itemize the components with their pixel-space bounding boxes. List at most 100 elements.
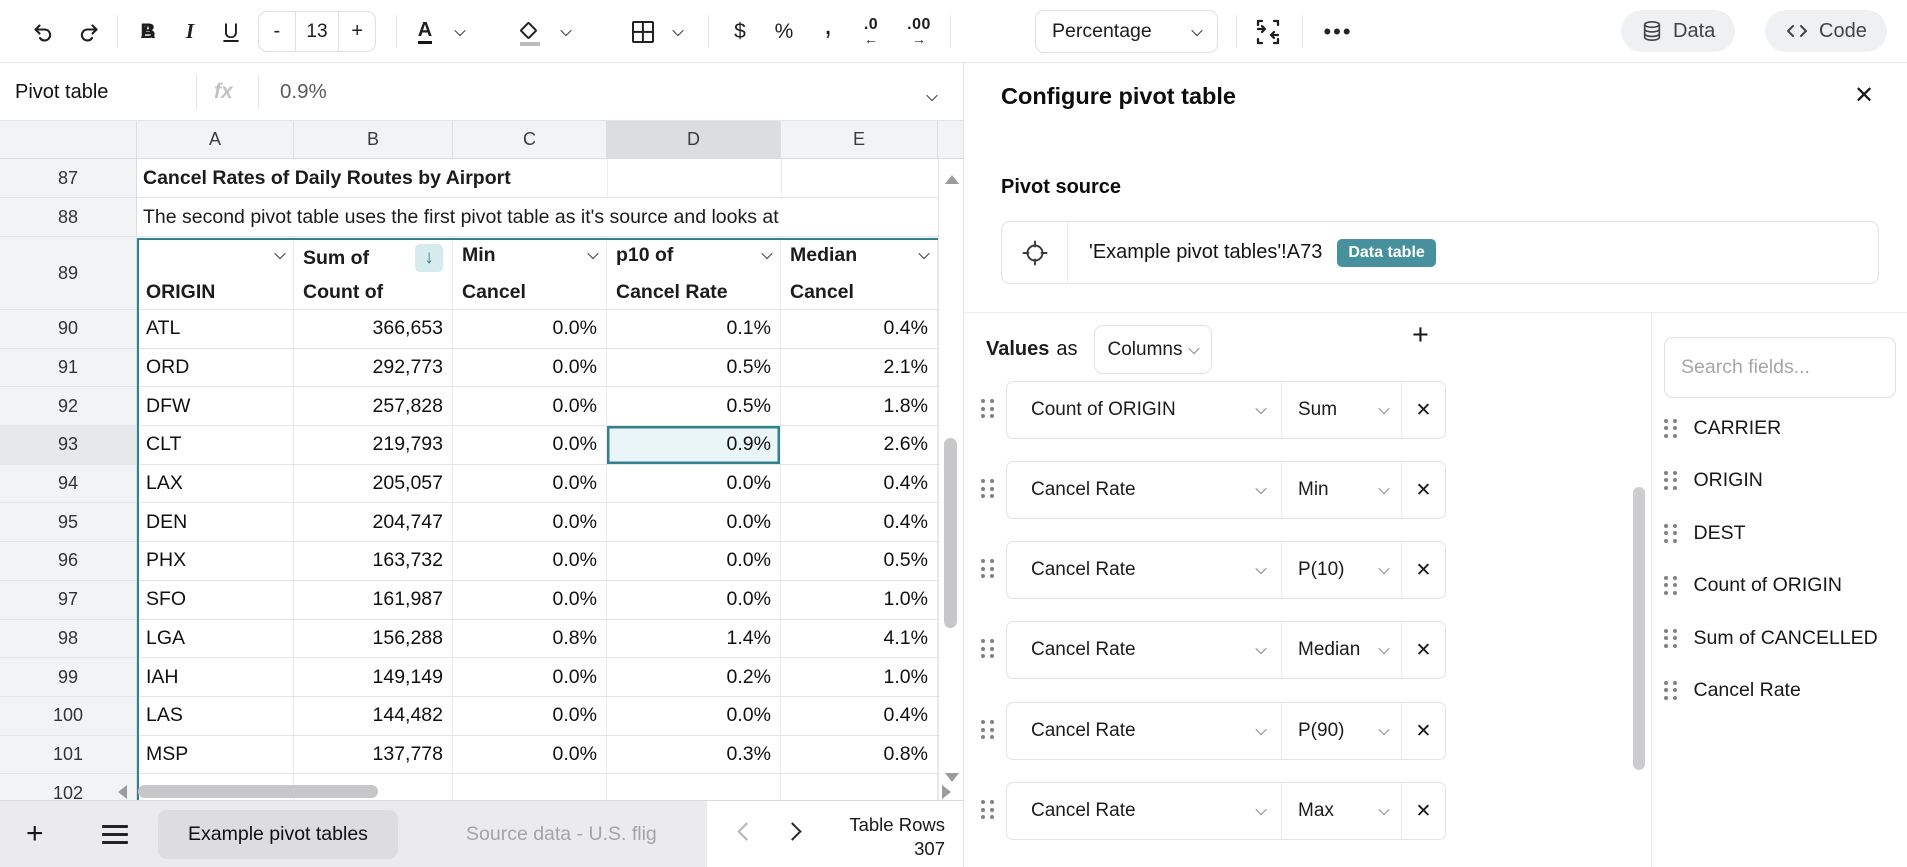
cell[interactable]: 156,288: [294, 620, 453, 658]
value-field-dropdown[interactable]: Cancel Rate: [1007, 783, 1282, 839]
cell[interactable]: 1.8%: [781, 387, 938, 425]
row-number[interactable]: 91: [0, 349, 137, 387]
column-filter-chevron-icon[interactable]: [587, 248, 598, 259]
drag-handle-icon[interactable]: [1664, 629, 1677, 648]
data-button[interactable]: Data: [1621, 10, 1735, 52]
field-item[interactable]: Cancel Rate: [1664, 675, 1894, 705]
cell[interactable]: 4.1%: [781, 620, 938, 658]
undo-icon[interactable]: [26, 0, 60, 63]
row-number[interactable]: 101: [0, 736, 137, 774]
drag-handle-icon[interactable]: [981, 639, 994, 658]
remove-value-icon[interactable]: ✕: [1402, 622, 1445, 678]
value-field-dropdown[interactable]: Cancel Rate: [1007, 703, 1282, 759]
drag-handle-icon[interactable]: [1664, 681, 1677, 700]
drag-handle-icon[interactable]: [1664, 576, 1677, 595]
cell[interactable]: 0.0%: [453, 581, 607, 619]
cell[interactable]: ATL: [137, 310, 294, 348]
cell[interactable]: PHX: [137, 542, 294, 580]
row-number[interactable]: 89: [0, 237, 137, 309]
row-number[interactable]: 96: [0, 542, 137, 580]
cell-note[interactable]: The second pivot table uses the first pi…: [143, 198, 938, 236]
cell[interactable]: 0.0%: [453, 697, 607, 735]
drag-handle-icon[interactable]: [1664, 471, 1677, 490]
row-number[interactable]: 90: [0, 310, 137, 348]
cell[interactable]: 292,773: [294, 349, 453, 387]
decrease-decimal-button[interactable]: .0←: [852, 0, 890, 63]
row-number[interactable]: 94: [0, 465, 137, 503]
sheet-tab-active[interactable]: Example pivot tables: [158, 810, 398, 859]
cell[interactable]: DEN: [137, 503, 294, 541]
pivot-header-sum-count[interactable]: Sum of↓ Count of: [294, 237, 453, 309]
cell[interactable]: IAH: [137, 658, 294, 696]
cell[interactable]: 0.5%: [607, 387, 781, 425]
fill-color-chevron-down-icon[interactable]: [556, 0, 576, 63]
cell[interactable]: 0.2%: [607, 658, 781, 696]
row-number[interactable]: 87: [0, 159, 137, 197]
cell[interactable]: 0.0%: [607, 697, 781, 735]
field-item[interactable]: DEST: [1664, 518, 1894, 548]
code-button[interactable]: Code: [1765, 10, 1887, 52]
scroll-down-icon[interactable]: [945, 773, 959, 782]
cell[interactable]: 0.0%: [453, 426, 607, 464]
cell[interactable]: DFW: [137, 387, 294, 425]
pivot-header-min-cancel[interactable]: Min Cancel: [453, 237, 607, 309]
selected-cell[interactable]: 0.9%: [607, 426, 781, 464]
cell[interactable]: 2.1%: [781, 349, 938, 387]
cell[interactable]: LAX: [137, 465, 294, 503]
pivot-header-origin[interactable]: ORIGIN: [137, 237, 294, 309]
row-number[interactable]: 93: [0, 426, 137, 464]
value-field-dropdown[interactable]: Cancel Rate: [1007, 462, 1282, 518]
close-icon[interactable]: ✕: [1854, 81, 1874, 110]
pivot-source-box[interactable]: 'Example pivot tables'!A73 Data table: [1001, 221, 1879, 284]
cell[interactable]: ORD: [137, 349, 294, 387]
drag-handle-icon[interactable]: [981, 399, 994, 418]
drag-handle-icon[interactable]: [981, 800, 994, 819]
cell[interactable]: 0.8%: [781, 736, 938, 774]
cell[interactable]: 0.0%: [607, 503, 781, 541]
value-agg-dropdown[interactable]: Sum: [1282, 382, 1402, 438]
cell[interactable]: 0.0%: [453, 736, 607, 774]
cell[interactable]: 257,828: [294, 387, 453, 425]
field-item[interactable]: ORIGIN: [1664, 465, 1894, 495]
cell[interactable]: 0.8%: [453, 620, 607, 658]
horizontal-scrollbar[interactable]: [0, 783, 938, 800]
borders-chevron-down-icon[interactable]: [668, 0, 688, 63]
underline-button[interactable]: U: [212, 0, 250, 63]
cell[interactable]: 0.4%: [781, 310, 938, 348]
merge-cells-icon[interactable]: [1248, 0, 1288, 63]
cell[interactable]: 0.0%: [607, 581, 781, 619]
cell[interactable]: 0.1%: [607, 310, 781, 348]
vertical-scrollbar-thumb[interactable]: [944, 438, 957, 628]
cell[interactable]: 1.0%: [781, 658, 938, 696]
cell[interactable]: 0.5%: [781, 542, 938, 580]
italic-button[interactable]: I: [172, 0, 208, 63]
font-size-value[interactable]: 13: [295, 12, 340, 51]
column-header-e[interactable]: E: [781, 121, 938, 158]
column-filter-chevron-icon[interactable]: [274, 248, 285, 259]
cell[interactable]: 0.5%: [607, 349, 781, 387]
cell[interactable]: 163,732: [294, 542, 453, 580]
value-agg-dropdown[interactable]: Max: [1282, 783, 1402, 839]
cell[interactable]: 137,778: [294, 736, 453, 774]
value-agg-dropdown[interactable]: P(90): [1282, 703, 1402, 759]
scroll-left-icon[interactable]: [118, 785, 127, 799]
remove-value-icon[interactable]: ✕: [1402, 542, 1445, 598]
row-number[interactable]: 99: [0, 658, 137, 696]
drag-handle-icon[interactable]: [1664, 419, 1677, 438]
cell[interactable]: 0.4%: [781, 465, 938, 503]
cell[interactable]: 0.0%: [453, 503, 607, 541]
cell[interactable]: 0.0%: [453, 465, 607, 503]
cell-title[interactable]: Cancel Rates of Daily Routes by Airport: [143, 159, 938, 197]
cell[interactable]: 161,987: [294, 581, 453, 619]
borders-icon[interactable]: [628, 0, 658, 63]
horizontal-scrollbar-thumb[interactable]: [138, 785, 378, 798]
cell[interactable]: SFO: [137, 581, 294, 619]
add-value-button[interactable]: +: [1412, 319, 1429, 352]
scroll-up-icon[interactable]: [945, 175, 959, 184]
value-agg-dropdown[interactable]: Min: [1282, 462, 1402, 518]
remove-value-icon[interactable]: ✕: [1402, 703, 1445, 759]
cell[interactable]: LAS: [137, 697, 294, 735]
value-agg-dropdown[interactable]: Median: [1282, 622, 1402, 678]
remove-value-icon[interactable]: ✕: [1402, 783, 1445, 839]
cell[interactable]: LGA: [137, 620, 294, 658]
